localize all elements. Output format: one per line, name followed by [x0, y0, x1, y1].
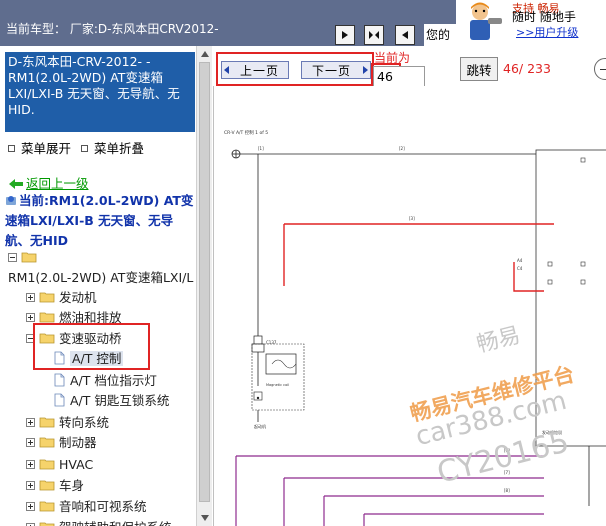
back-link-label: 返回上一级 — [26, 176, 89, 191]
svg-text:[2]: [2] — [399, 146, 405, 151]
fit-width-icon — [369, 31, 379, 39]
jump-button[interactable]: 跳转 — [460, 57, 498, 81]
tree-leaf-item[interactable]: A/T 钥匙互锁系统 — [54, 392, 169, 410]
expand-toggle-icon[interactable] — [26, 313, 35, 322]
tree-item-label: 驾驶辅助和保护系统 — [59, 520, 172, 526]
svg-text:[8]: [8] — [504, 488, 510, 493]
current-node-text: 当前:RM1(2.0L-2WD) AT变速箱LXI/LXI-B 无天窗、无导航、… — [5, 193, 194, 248]
location-icon — [6, 196, 16, 205]
top-bar: 当前车型： 厂家:D-东风本田CRV2012- 您的 支持 畅易 随时 随地手 … — [0, 0, 606, 46]
menu-collapse-button[interactable]: 菜单折叠 — [94, 141, 144, 156]
menu-expand-button[interactable]: 菜单展开 — [21, 141, 71, 156]
tree-folder-item[interactable]: 转向系统 — [26, 414, 109, 432]
svg-text:[6]: [6] — [504, 448, 510, 453]
ad-line-2: 随时 随地手 — [512, 10, 576, 24]
ad-upgrade-link[interactable]: >>用户升级 — [516, 24, 578, 40]
tree-item-label: A/T 档位指示灯 — [70, 373, 157, 388]
folder-icon — [39, 520, 55, 526]
left-arrow-icon — [224, 66, 229, 74]
tree-folder-item[interactable]: 车身 — [26, 477, 84, 495]
toolbar-prev-icon-button[interactable] — [395, 25, 415, 45]
toolbar-fit-icon-button[interactable] — [364, 25, 384, 45]
tree-scroll-area: D-东风本田-CRV-2012- - RM1(2.0L-2WD) AT变速箱LX… — [0, 46, 196, 526]
tree-item-label: 发动机 — [59, 290, 97, 305]
vehicle-header-box: D-东风本田-CRV-2012- - RM1(2.0L-2WD) AT变速箱LX… — [5, 52, 195, 132]
tree-folder-item[interactable]: HVAC — [26, 456, 93, 474]
menu-expand-collapse-row: 菜单展开 菜单折叠 — [8, 138, 144, 157]
current-node: 当前:RM1(2.0L-2WD) AT变速箱LXI/LXI-B 无天窗、无导航、… — [5, 191, 196, 251]
scroll-down-icon[interactable] — [197, 510, 212, 526]
document-icon — [54, 393, 65, 407]
svg-text:A4: A4 — [517, 258, 523, 263]
collapse-toggle-icon — [8, 253, 17, 262]
tree-folder-item[interactable]: 驾驶辅助和保护系统 — [26, 519, 172, 526]
play-left-icon — [402, 31, 408, 39]
wiring-diagram-viewer[interactable]: CR-V A/T 控制 1 of 5 发动机控制 [1] [2] [3] A4 … — [213, 86, 606, 526]
tree-leaf-item[interactable]: A/T 档位指示灯 — [54, 372, 157, 390]
expand-toggle-icon[interactable] — [26, 502, 35, 511]
expand-toggle-icon[interactable] — [26, 460, 35, 469]
left-navigation-panel: D-东风本田-CRV-2012- - RM1(2.0L-2WD) AT变速箱LX… — [0, 46, 212, 526]
folder-icon — [39, 435, 55, 448]
expand-toggle-icon[interactable] — [26, 481, 35, 490]
expand-toggle-icon[interactable] — [26, 438, 35, 447]
page-nav-group: 上一页 下一页 — [216, 52, 374, 86]
page-number-input[interactable]: 46 — [373, 66, 425, 87]
tree-root-label[interactable]: RM1(2.0L-2WD) AT变速箱LXI/L — [8, 269, 193, 287]
next-page-button[interactable]: 下一页 — [301, 61, 371, 79]
svg-text:C4: C4 — [517, 266, 523, 271]
folder-icon — [39, 478, 55, 491]
svg-text:[1]: [1] — [258, 146, 264, 151]
prev-page-button[interactable]: 上一页 — [221, 61, 289, 79]
back-arrow-icon — [9, 179, 23, 189]
expand-square-icon — [8, 145, 15, 152]
svg-text:[3]: [3] — [409, 216, 415, 221]
collapse-square-icon — [81, 145, 89, 152]
folder-icon — [39, 499, 55, 512]
folder-icon — [39, 415, 55, 428]
vertical-scrollbar[interactable] — [196, 46, 212, 526]
welcome-text: 您的 — [424, 24, 456, 46]
play-right-icon — [342, 31, 348, 39]
svg-text:Magnetic coil: Magnetic coil — [266, 383, 289, 387]
app-root: 当前车型： 厂家:D-东风本田CRV2012- 您的 支持 畅易 随时 随地手 … — [0, 0, 606, 526]
page-count: 46/ 233 — [503, 61, 551, 76]
module-label: 发动机控制 — [542, 429, 562, 435]
highlight-box — [33, 323, 150, 370]
back-link[interactable]: 返回上一级 — [8, 173, 89, 192]
tree-folder-item[interactable]: 发动机 — [26, 289, 97, 307]
tree-item-label: HVAC — [59, 457, 94, 472]
diagram-header: CR-V A/T 控制 1 of 5 — [224, 129, 268, 136]
folder-icon — [39, 310, 55, 323]
tree-item-label: 转向系统 — [59, 415, 110, 430]
expand-toggle-icon[interactable] — [26, 293, 35, 302]
scroll-up-icon[interactable] — [197, 46, 212, 62]
current-vehicle-label: 当前车型： 厂家:D-东风本田CRV2012- — [6, 22, 219, 36]
toolbar-next-icon-button[interactable] — [335, 25, 355, 45]
control-module-box — [535, 149, 606, 447]
tree-item-label: 音响和可视系统 — [59, 499, 147, 514]
wiring-diagram: CR-V A/T 控制 1 of 5 发动机控制 [1] [2] [3] A4 … — [224, 129, 606, 526]
current-page-label: 当前为 — [374, 51, 411, 65]
right-arrow-icon — [363, 66, 368, 74]
tree-item-label: 制动器 — [59, 435, 97, 450]
expand-toggle-icon[interactable] — [26, 418, 35, 427]
tree-item-label: A/T 钥匙互锁系统 — [70, 393, 170, 408]
svg-text:起动机: 起动机 — [254, 423, 266, 429]
document-icon — [54, 373, 65, 387]
svg-text:[7]: [7] — [504, 470, 510, 475]
mechanic-icon — [470, 2, 502, 40]
folder-icon — [39, 457, 55, 470]
ad-banner[interactable]: 支持 畅易 随时 随地手 >>用户升级 — [456, 0, 606, 46]
tree-folder-item[interactable]: 制动器 — [26, 434, 97, 452]
scrollbar-thumb[interactable] — [199, 62, 210, 502]
tree-item-label: 车身 — [59, 478, 85, 493]
folder-open-icon — [21, 250, 37, 263]
tree-root-toggle[interactable] — [8, 249, 41, 267]
folder-icon — [39, 290, 55, 303]
tree-folder-item[interactable]: 音响和可视系统 — [26, 498, 147, 516]
